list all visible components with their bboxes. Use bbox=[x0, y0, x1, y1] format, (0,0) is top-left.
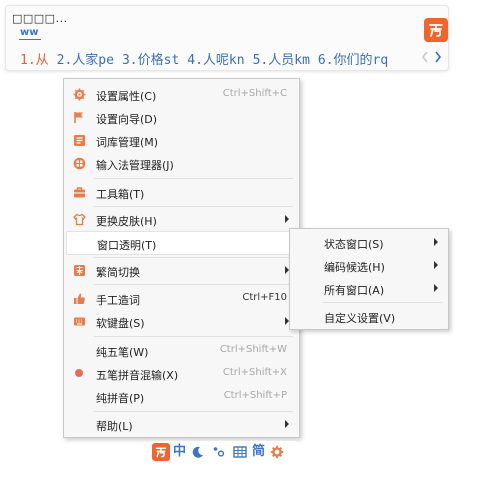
radio-dot-icon bbox=[72, 366, 86, 380]
moon-icon[interactable] bbox=[189, 443, 207, 461]
submenu-item-label: 编码候选(H) bbox=[324, 261, 385, 274]
menu-shortcut: Ctrl+Shift+X bbox=[222, 367, 287, 378]
candidate-item[interactable]: 5.人员km bbox=[253, 49, 310, 68]
menu-item-label: 窗口透明(T) bbox=[97, 239, 157, 252]
menu-item-label: 繁简切换 bbox=[96, 266, 140, 279]
candidate-item[interactable]: 6.你们的rq bbox=[318, 49, 388, 68]
keyboard-icon bbox=[72, 314, 86, 328]
shirt-icon bbox=[72, 212, 86, 226]
ime-status-bar: 中 简 bbox=[152, 441, 296, 463]
lang-toggle[interactable]: 中 bbox=[173, 443, 186, 461]
menu-item-dict[interactable]: 词库管理(M) bbox=[66, 129, 297, 151]
menu-item-transparency[interactable]: 窗口透明(T) bbox=[66, 231, 297, 255]
menu-separator bbox=[94, 336, 293, 337]
menu-item-label: 输入法管理器(J) bbox=[96, 159, 174, 172]
manager-icon bbox=[72, 156, 86, 170]
menu-item-label: 纯五笔(W) bbox=[96, 346, 149, 359]
menu-item-label: 五笔拼音混输(X) bbox=[96, 369, 179, 382]
submenu-arrow-icon bbox=[434, 238, 438, 246]
menu-item-label: 设置属性(C) bbox=[96, 90, 157, 103]
context-menu: 设置属性(C) Ctrl+Shift+C 设置向导(D) 词库管理(M) 输入法… bbox=[63, 78, 300, 438]
submenu-item-all-windows[interactable]: 所有窗口(A) bbox=[292, 277, 446, 299]
composition-text: □□□□... bbox=[12, 12, 68, 25]
candidate-list: 1.从 2.人家pe 3.价格st 4.人呢kn 5.人员km 6.你们的rq bbox=[20, 48, 444, 68]
settings-icon[interactable] bbox=[268, 443, 286, 461]
menu-item-wubi[interactable]: 纯五笔(W) Ctrl+Shift+W bbox=[66, 339, 297, 361]
menu-item-ime-manager[interactable]: 输入法管理器(J) bbox=[66, 152, 297, 174]
menu-separator bbox=[322, 302, 442, 303]
menu-item-toolbox[interactable]: 工具箱(T) bbox=[66, 181, 297, 203]
menu-item-trad-simp[interactable]: 繁简切换 bbox=[66, 259, 297, 281]
menu-item-soft-keyboard[interactable]: 软键盘(S) bbox=[66, 310, 297, 332]
menu-item-settings[interactable]: 设置属性(C) Ctrl+Shift+C bbox=[66, 83, 297, 105]
menu-separator bbox=[94, 178, 293, 179]
menu-item-wubi-pinyin[interactable]: 五笔拼音混输(X) Ctrl+Shift+X bbox=[66, 362, 297, 384]
menu-item-wizard[interactable]: 设置向导(D) bbox=[66, 106, 297, 128]
script-toggle[interactable]: 简 bbox=[252, 443, 265, 461]
menu-item-label: 词库管理(M) bbox=[96, 136, 159, 149]
menu-item-label: 设置向导(D) bbox=[96, 113, 158, 126]
brand-logo-icon[interactable] bbox=[424, 18, 448, 42]
gear-icon bbox=[72, 87, 86, 101]
menu-item-label: 手工造词 bbox=[96, 294, 140, 307]
toolbox-icon bbox=[72, 185, 86, 199]
menu-separator bbox=[94, 411, 293, 412]
thumb-icon bbox=[72, 291, 86, 305]
candidate-window: □□□□... ww 1.从 2.人家pe 3.价格st 4.人呢kn 5.人员… bbox=[5, 5, 449, 71]
submenu-arrow-icon bbox=[285, 215, 289, 223]
menu-item-skin[interactable]: 更换皮肤(H) bbox=[66, 208, 297, 230]
menu-item-label: 帮助(L) bbox=[96, 420, 133, 433]
candidate-item[interactable]: 3.价格st bbox=[122, 49, 179, 68]
menu-item-label: 纯拼音(P) bbox=[96, 392, 145, 405]
menu-separator bbox=[94, 206, 293, 207]
next-page-icon[interactable] bbox=[433, 50, 442, 64]
menu-item-label: 软键盘(S) bbox=[96, 317, 145, 330]
candidate-item[interactable]: 4.人呢kn bbox=[187, 49, 244, 68]
menu-separator bbox=[94, 257, 293, 258]
dots-icon[interactable] bbox=[210, 443, 228, 461]
brand-logo-icon[interactable] bbox=[152, 443, 170, 461]
menu-shortcut: Ctrl+Shift+C bbox=[222, 88, 287, 99]
menu-shortcut: Ctrl+Shift+W bbox=[219, 344, 287, 355]
menu-item-pinyin[interactable]: 纯拼音(P) Ctrl+Shift+P bbox=[66, 385, 297, 407]
submenu-item-label: 状态窗口(S) bbox=[324, 238, 384, 251]
transparency-submenu: 状态窗口(S) 编码候选(H) 所有窗口(A) 自定义设置(V) bbox=[289, 228, 449, 330]
submenu-item-label: 所有窗口(A) bbox=[324, 284, 385, 297]
submenu-arrow-icon bbox=[434, 284, 438, 292]
candidate-item[interactable]: 1.从 bbox=[20, 49, 49, 68]
page-buttons bbox=[420, 50, 442, 64]
submenu-item-coding-candidate[interactable]: 编码候选(H) bbox=[292, 254, 446, 276]
menu-shortcut: Ctrl+Shift+P bbox=[223, 390, 287, 401]
prev-page-icon[interactable] bbox=[420, 50, 429, 64]
composition-underline bbox=[19, 39, 41, 40]
ime-screen: □□□□... ww 1.从 2.人家pe 3.价格st 4.人呢kn 5.人员… bbox=[0, 0, 485, 485]
candidate-item[interactable]: 2.人家pe bbox=[57, 49, 114, 68]
menu-item-help[interactable]: 帮助(L) bbox=[66, 413, 297, 435]
menu-item-manual-word[interactable]: 手工造词 Ctrl+F10 bbox=[66, 287, 297, 309]
menu-item-label: 工具箱(T) bbox=[96, 188, 145, 201]
menu-shortcut: Ctrl+F10 bbox=[242, 292, 287, 303]
submenu-arrow-icon bbox=[434, 261, 438, 269]
trad-simp-icon bbox=[72, 263, 86, 277]
menu-separator bbox=[94, 284, 293, 285]
submenu-item-status-window[interactable]: 状态窗口(S) bbox=[292, 231, 446, 253]
submenu-arrow-icon bbox=[285, 420, 289, 428]
submenu-item-label: 自定义设置(V) bbox=[324, 312, 396, 325]
composition-pinyin: ww bbox=[20, 27, 39, 38]
submenu-item-custom[interactable]: 自定义设置(V) bbox=[292, 305, 446, 327]
menu-item-label: 更换皮肤(H) bbox=[96, 215, 157, 228]
dict-icon bbox=[72, 133, 86, 147]
flag-icon bbox=[72, 110, 86, 124]
grid-icon[interactable] bbox=[231, 443, 249, 461]
